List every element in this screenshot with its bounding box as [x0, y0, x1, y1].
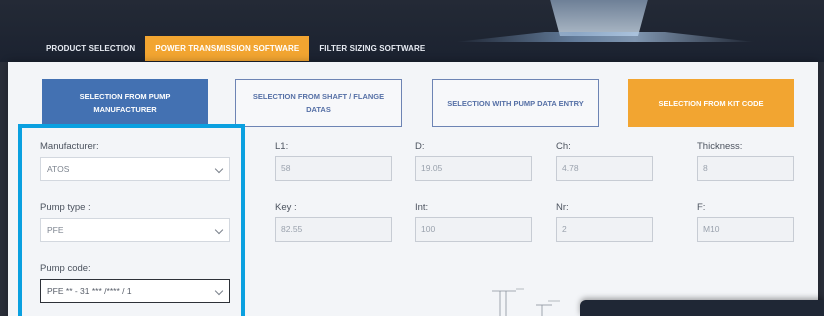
banner-graphic	[550, 0, 648, 36]
key-field: Key : 82.55	[275, 201, 392, 242]
ch-input[interactable]: 4.78	[556, 156, 653, 181]
f-input[interactable]: M10	[697, 217, 794, 242]
l1-label: L1:	[275, 141, 289, 152]
int-label: Int:	[415, 202, 429, 213]
tab-power-transmission-software[interactable]: POWER TRANSMISSION SOFTWARE	[145, 36, 310, 61]
selection-highlight-frame	[18, 124, 245, 316]
l1-field: L1: 58	[275, 140, 392, 181]
tab-filter-sizing-software[interactable]: FILTER SIZING SOFTWARE	[309, 36, 435, 61]
selection-from-kit-code-button[interactable]: SELECTION FROM KIT CODE	[628, 79, 794, 127]
top-nav: PRODUCT SELECTION POWER TRANSMISSION SOF…	[36, 36, 435, 61]
thickness-label: Thickness:	[697, 141, 743, 152]
key-label: Key :	[275, 202, 297, 213]
int-input[interactable]: 100	[415, 217, 532, 242]
nr-field: Nr: 2	[556, 201, 653, 242]
key-input[interactable]: 82.55	[275, 217, 392, 242]
tab-product-selection[interactable]: PRODUCT SELECTION	[36, 36, 145, 61]
selection-with-pump-data-entry-button[interactable]: SELECTION WITH PUMP DATA ENTRY	[432, 79, 599, 127]
technical-drawing	[492, 288, 560, 316]
ch-label: Ch:	[556, 141, 571, 152]
overlay-panel-edge	[580, 300, 824, 316]
l1-input[interactable]: 58	[275, 156, 392, 181]
selection-from-pump-manufacturer-button[interactable]: SELECTION FROM PUMP MANUFACTURER	[42, 79, 208, 127]
thickness-input[interactable]: 8	[697, 156, 794, 181]
int-field: Int: 100	[415, 201, 532, 242]
d-input[interactable]: 19.05	[415, 156, 532, 181]
ch-field: Ch: 4.78	[556, 140, 653, 181]
f-label: F:	[697, 202, 706, 213]
d-label: D:	[415, 141, 425, 152]
nr-label: Nr:	[556, 202, 569, 213]
selection-from-shaft-flange-button[interactable]: SELECTION FROM SHAFT / FLANGE DATAS	[235, 79, 402, 127]
f-field: F: M10	[697, 201, 794, 242]
thickness-field: Thickness: 8	[697, 140, 794, 181]
d-field: D: 19.05	[415, 140, 532, 181]
banner-graphic-beam	[455, 32, 755, 42]
nr-input[interactable]: 2	[556, 217, 653, 242]
